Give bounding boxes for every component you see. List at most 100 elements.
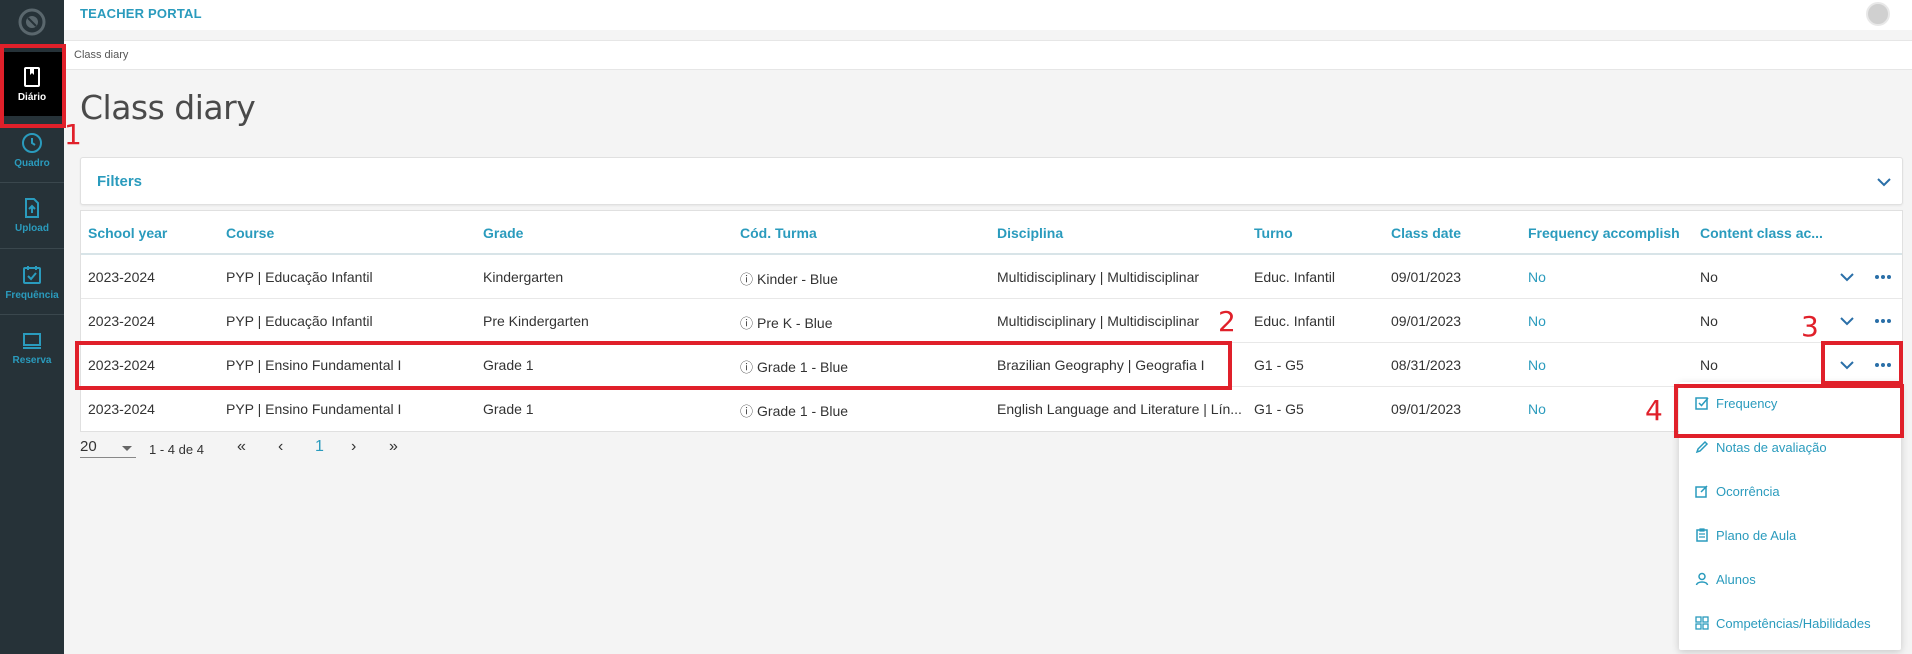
cell-course: PYP | Ensino Fundamental I xyxy=(226,357,402,373)
sidebar: Diário Quadro Upload Frequência Reserva xyxy=(0,0,64,654)
cell-year: 2023-2024 xyxy=(88,269,155,285)
annotation-number-1: 1 xyxy=(64,118,82,151)
sidebar-item-label: Reserva xyxy=(12,354,52,366)
upload-icon xyxy=(25,197,39,218)
pagination-range: 1 - 4 de 4 xyxy=(149,442,204,457)
last-page-icon[interactable]: » xyxy=(389,438,398,456)
table-row[interactable]: 2023-2024 PYP | Educação Infantil Pre Ki… xyxy=(81,299,1902,343)
clipboard-icon xyxy=(1696,528,1708,542)
more-options-icon[interactable] xyxy=(1875,357,1893,373)
cell-frequency[interactable]: No xyxy=(1528,313,1546,329)
filters-label: Filters xyxy=(97,173,143,190)
page-size-value: 20 xyxy=(80,438,97,455)
table-row[interactable]: 2023-2024 PYP | Educação Infantil Kinder… xyxy=(81,255,1902,299)
col-disciplina[interactable]: Disciplina xyxy=(997,225,1063,241)
cell-grade: Kindergarten xyxy=(483,269,564,285)
cell-frequency[interactable]: No xyxy=(1528,401,1546,417)
breadcrumb: Class diary xyxy=(64,40,1912,70)
app-title: TEACHER PORTAL xyxy=(80,6,202,21)
menu-item-alunos[interactable]: Alunos xyxy=(1679,558,1901,602)
sidebar-item-frequencia[interactable]: Frequência xyxy=(0,250,64,314)
monitor-icon xyxy=(23,332,41,349)
cell-frequency[interactable]: No xyxy=(1528,269,1546,285)
menu-item-label: Competências/Habilidades xyxy=(1716,616,1871,631)
annotation-number-4: 4 xyxy=(1645,394,1663,427)
more-options-icon[interactable] xyxy=(1875,313,1893,329)
col-class-date[interactable]: Class date xyxy=(1391,225,1461,241)
table-row[interactable]: 2023-2024 PYP | Ensino Fundamental I Gra… xyxy=(81,343,1902,387)
sidebar-item-label: Quadro xyxy=(14,157,50,169)
cell-disciplina: Multidisciplinary | Multidisciplinar xyxy=(997,313,1200,329)
cell-year: 2023-2024 xyxy=(88,401,155,417)
menu-item-label: Notas de avaliação xyxy=(1716,440,1827,455)
first-page-icon[interactable]: « xyxy=(237,438,246,456)
cell-date: 09/01/2023 xyxy=(1391,313,1462,329)
menu-item-notas[interactable]: Notas de avaliação xyxy=(1679,426,1901,470)
sidebar-item-label: Upload xyxy=(15,222,49,234)
row-actions-menu: Frequency Notas de avaliação Ocorrência … xyxy=(1679,382,1901,650)
page-size-select[interactable]: 20 xyxy=(80,438,136,458)
menu-item-competencias[interactable]: Competências/Habilidades xyxy=(1679,602,1901,646)
menu-item-label: Plano de Aula xyxy=(1716,528,1797,543)
sidebar-item-label: Frequência xyxy=(5,289,59,301)
cell-course: PYP | Ensino Fundamental I xyxy=(226,401,402,417)
page-title: Class diary xyxy=(80,88,256,127)
menu-item-plano-aula[interactable]: Plano de Aula xyxy=(1679,514,1901,558)
col-turno[interactable]: Turno xyxy=(1254,225,1293,241)
cell-turno: G1 - G5 xyxy=(1254,401,1304,417)
clock-icon xyxy=(22,132,42,153)
filters-panel[interactable]: Filters xyxy=(80,157,1903,205)
annotation-number-2: 2 xyxy=(1218,305,1236,338)
cell-grade: Pre Kindergarten xyxy=(483,313,589,329)
cell-frequency[interactable]: No xyxy=(1528,357,1546,373)
cell-grade: Grade 1 xyxy=(483,401,534,417)
cell-turma: Grade 1 - Blue xyxy=(740,357,848,376)
cell-year: 2023-2024 xyxy=(88,313,155,329)
menu-item-ocorrencia[interactable]: Ocorrência xyxy=(1679,470,1901,514)
calendar-check-icon xyxy=(23,265,41,284)
cell-turma: Pre K - Blue xyxy=(740,313,832,332)
col-frequency[interactable]: Frequency accomplish xyxy=(1528,225,1680,241)
cell-content: No xyxy=(1700,313,1718,329)
sidebar-item-upload[interactable]: Upload xyxy=(0,183,64,247)
col-course[interactable]: Course xyxy=(226,225,274,241)
cell-year: 2023-2024 xyxy=(88,357,155,373)
cell-date: 08/31/2023 xyxy=(1391,357,1462,373)
cell-disciplina: Multidisciplinary | Multidisciplinar xyxy=(997,269,1200,285)
sidebar-item-diario[interactable]: Diário xyxy=(0,52,64,116)
col-grade[interactable]: Grade xyxy=(483,225,523,241)
menu-item-label: Alunos xyxy=(1716,572,1756,587)
chevron-down-icon[interactable] xyxy=(1839,313,1855,329)
chevron-down-icon[interactable] xyxy=(1876,174,1892,190)
annotation-number-3: 3 xyxy=(1801,310,1819,343)
breadcrumb-item[interactable]: Class diary xyxy=(74,49,128,61)
avatar[interactable] xyxy=(1866,2,1890,26)
prev-page-icon[interactable]: ‹ xyxy=(278,438,283,456)
col-content[interactable]: Content class ac... xyxy=(1700,225,1823,241)
cell-turma: Kinder - Blue xyxy=(740,269,838,288)
cell-turno: Educ. Infantil xyxy=(1254,269,1335,285)
sidebar-item-label: Diário xyxy=(17,91,47,103)
menu-item-label: Ocorrência xyxy=(1716,484,1780,499)
caret-down-icon xyxy=(122,446,132,451)
sidebar-item-reserva[interactable]: Reserva xyxy=(0,316,64,380)
menu-item-frequency[interactable]: Frequency xyxy=(1679,382,1901,426)
edit-note-icon xyxy=(1695,485,1708,498)
cell-disciplina: Brazilian Geography | Geografia I xyxy=(997,357,1205,373)
next-page-icon[interactable]: › xyxy=(351,438,356,456)
cell-grade: Grade 1 xyxy=(483,357,534,373)
cell-turno: Educ. Infantil xyxy=(1254,313,1335,329)
checkbox-icon xyxy=(1695,397,1709,410)
sidebar-item-quadro[interactable]: Quadro xyxy=(0,118,64,182)
page-number[interactable]: 1 xyxy=(315,438,324,456)
col-turma[interactable]: Cód. Turma xyxy=(740,225,817,241)
user-icon xyxy=(1695,572,1709,586)
table-row[interactable]: 2023-2024 PYP | Ensino Fundamental I Gra… xyxy=(81,387,1902,431)
more-options-icon[interactable] xyxy=(1875,269,1893,285)
chevron-down-icon[interactable] xyxy=(1839,269,1855,285)
chevron-down-icon[interactable] xyxy=(1839,357,1855,373)
cell-content: No xyxy=(1700,357,1718,373)
pencil-icon xyxy=(1695,440,1709,454)
book-icon xyxy=(24,66,40,87)
col-school-year[interactable]: School year xyxy=(88,225,167,241)
